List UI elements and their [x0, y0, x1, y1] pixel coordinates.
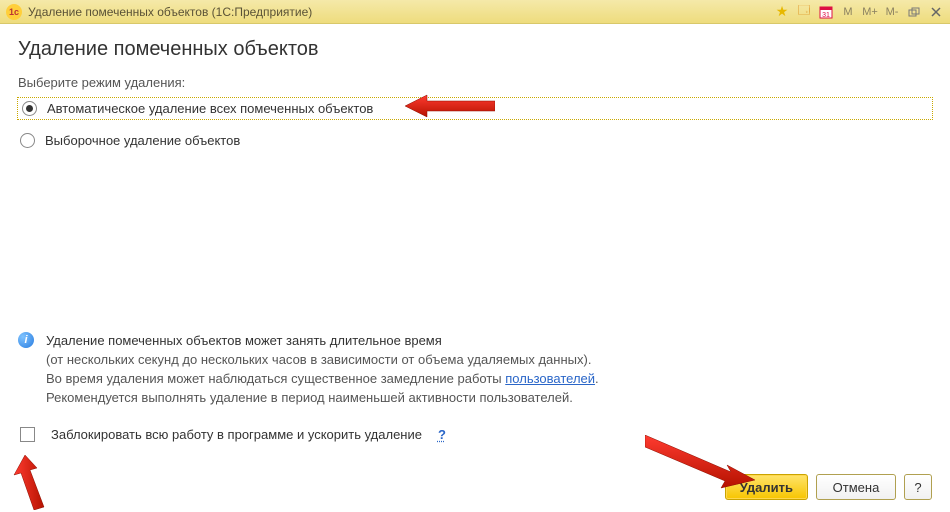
window-title: Удаление помеченных объектов (1С:Предпри… — [28, 5, 312, 19]
cancel-button[interactable]: Отмена — [816, 474, 896, 500]
mode-selective-radio[interactable] — [20, 133, 35, 148]
mode-auto-radio[interactable] — [22, 101, 37, 116]
block-work-checkbox[interactable] — [20, 427, 35, 442]
favorite-icon[interactable]: ★ — [772, 3, 792, 21]
info-icon: i — [18, 332, 34, 348]
block-work-help[interactable]: ? — [438, 427, 446, 442]
calendar-icon[interactable]: 31 — [816, 3, 836, 21]
calculator-icon[interactable]: 🗔 — [794, 3, 814, 21]
titlebar: 1c Удаление помеченных объектов (1С:Пред… — [0, 0, 950, 24]
mode-selective-row[interactable]: Выборочное удаление объектов — [18, 129, 932, 152]
users-link[interactable]: пользователей — [505, 371, 595, 386]
app-logo-icon: 1c — [6, 4, 22, 20]
mode-auto-label: Автоматическое удаление всех помеченных … — [47, 101, 373, 116]
mode-auto-row[interactable]: Автоматическое удаление всех помеченных … — [18, 98, 932, 119]
block-work-label: Заблокировать всю работу в программе и у… — [51, 427, 422, 442]
mode-selective-label: Выборочное удаление объектов — [45, 133, 240, 148]
help-button[interactable]: ? — [904, 474, 932, 500]
mode-prompt: Выберите режим удаления: — [18, 75, 932, 90]
page-title: Удаление помеченных объектов — [18, 38, 932, 61]
annotation-arrow-icon — [10, 455, 60, 510]
memory-m-button[interactable]: M — [838, 3, 858, 21]
info-text: Удаление помеченных объектов может занят… — [46, 332, 599, 407]
delete-button[interactable]: Удалить — [725, 474, 808, 500]
window-restore-button[interactable] — [904, 3, 924, 21]
svg-text:31: 31 — [822, 12, 830, 19]
memory-mplus-button[interactable]: M+ — [860, 3, 880, 21]
memory-mminus-button[interactable]: M- — [882, 3, 902, 21]
window-close-button[interactable] — [926, 3, 946, 21]
